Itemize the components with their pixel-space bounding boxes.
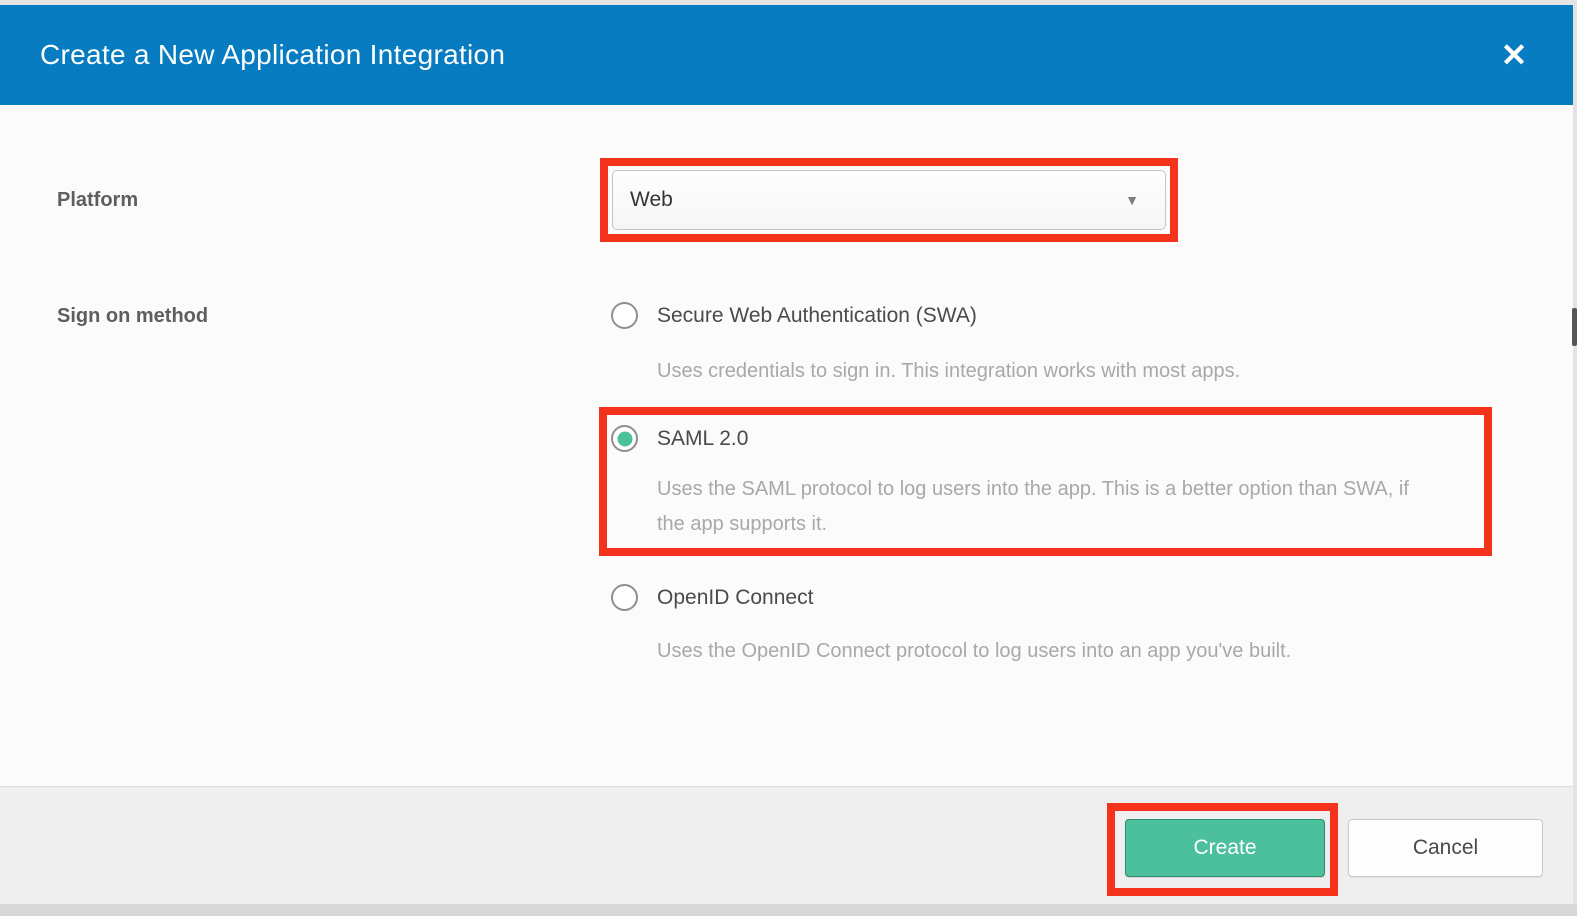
option-label-saml[interactable]: SAML 2.0 — [657, 427, 748, 451]
radio-swa[interactable] — [611, 302, 638, 329]
sign-on-method-label: Sign on method — [57, 305, 208, 328]
option-label-openid[interactable]: OpenID Connect — [657, 586, 813, 610]
cancel-button[interactable]: Cancel — [1348, 819, 1543, 877]
radio-dot — [617, 431, 632, 446]
chevron-down-icon: ▼ — [1125, 171, 1139, 229]
radio-openid[interactable] — [611, 584, 638, 611]
radio-saml[interactable] — [611, 425, 638, 452]
option-desc-openid: Uses the OpenID Connect protocol to log … — [657, 634, 1291, 669]
screen: Create a New Application Integration ✕ P… — [0, 0, 1577, 916]
create-button[interactable]: Create — [1125, 819, 1325, 877]
annotation-box-platform: Web ▼ — [600, 158, 1178, 242]
option-label-swa[interactable]: Secure Web Authentication (SWA) — [657, 304, 977, 328]
platform-select[interactable]: Web ▼ — [612, 170, 1166, 230]
platform-label: Platform — [57, 189, 138, 212]
background-page-strip — [0, 904, 1577, 916]
close-icon[interactable]: ✕ — [1493, 35, 1535, 77]
modal-title: Create a New Application Integration — [40, 5, 505, 105]
option-desc-saml: Uses the SAML protocol to log users into… — [657, 472, 1417, 542]
option-desc-swa: Uses credentials to sign in. This integr… — [657, 354, 1240, 389]
modal-header: Create a New Application Integration ✕ — [0, 5, 1573, 105]
create-app-integration-modal: Create a New Application Integration ✕ P… — [0, 5, 1573, 904]
platform-select-value: Web — [630, 171, 673, 229]
scrollbar-thumb-fragment — [1572, 308, 1577, 346]
